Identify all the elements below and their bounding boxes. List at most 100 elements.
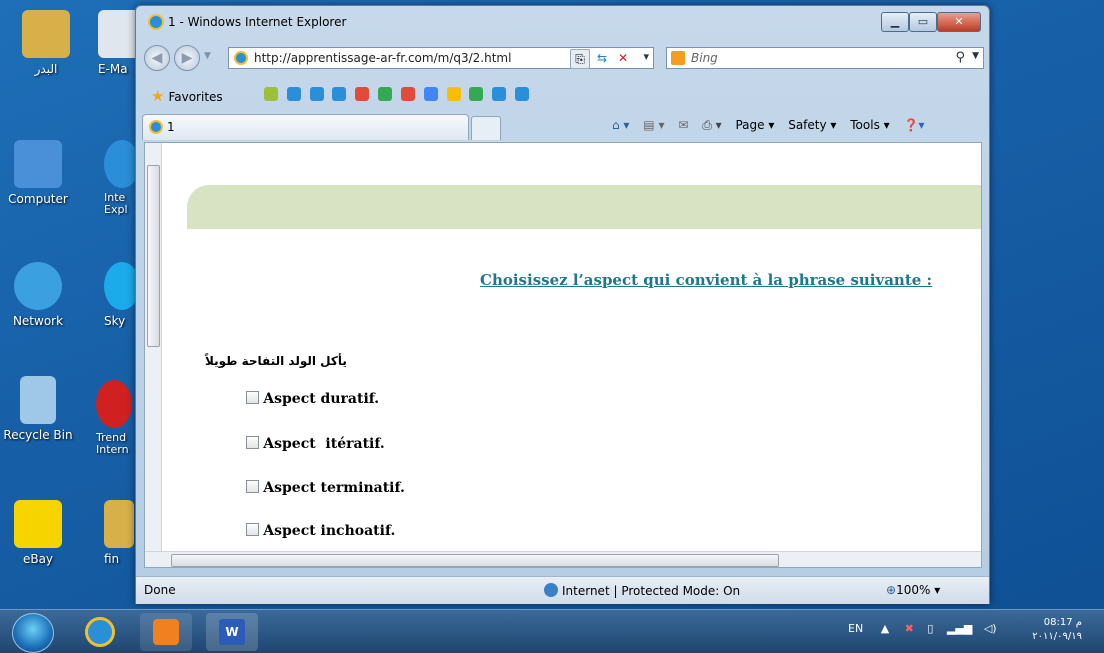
option-label: Aspect inchoatif. bbox=[263, 523, 396, 539]
desktop-icon-email[interactable]: E-Ma bbox=[98, 10, 138, 76]
tab-bar: 1 ⌂ ▾ ▤ ▾ ✉ ⎙ ▾ Page ▾ Safety ▾ Tools ▾ … bbox=[136, 112, 989, 140]
internet-globe-icon bbox=[544, 583, 558, 597]
vertical-scrollbar-thumb[interactable] bbox=[147, 165, 160, 347]
print-icon[interactable]: ⎙ ▾ bbox=[702, 114, 721, 136]
stop-icon[interactable]: ✕ bbox=[614, 49, 632, 67]
navigation-bar: ◀ ▶ ▼ http://apprentissage-ar-fr.com/m/q… bbox=[136, 44, 989, 72]
favorites-star-icon: ★ bbox=[151, 87, 165, 105]
horizontal-scrollbar[interactable] bbox=[145, 551, 981, 567]
network-warning-icon[interactable]: ✖ bbox=[905, 622, 914, 635]
ie-window: 1 - Windows Internet Explorer ▁ ▭ ✕ ◀ ▶ … bbox=[135, 5, 990, 604]
ie-icon bbox=[85, 617, 115, 647]
maximize-button[interactable]: ▭ bbox=[909, 12, 937, 32]
search-icon[interactable]: ⚲ bbox=[955, 50, 965, 65]
checkbox[interactable] bbox=[246, 391, 260, 404]
google-favorite-icon[interactable] bbox=[469, 87, 484, 101]
refresh-icon[interactable]: ⇆ bbox=[593, 49, 611, 67]
favorites-links bbox=[264, 87, 534, 101]
new-tab-button[interactable] bbox=[471, 116, 501, 140]
window-title: 1 - Windows Internet Explorer bbox=[168, 15, 347, 29]
desktop-icon-computer[interactable]: Computer bbox=[0, 140, 76, 206]
close-button[interactable]: ✕ bbox=[937, 12, 981, 32]
desktop-icon-ebay[interactable]: eBay bbox=[10, 500, 66, 566]
folder-icon bbox=[22, 10, 70, 58]
checkbox[interactable] bbox=[246, 480, 260, 493]
ie-favorite-icon[interactable] bbox=[515, 87, 530, 101]
page-menu[interactable]: Page ▾ bbox=[735, 114, 774, 136]
safety-menu[interactable]: Safety ▾ bbox=[788, 114, 836, 136]
trend-micro-icon bbox=[96, 380, 132, 428]
search-placeholder: Bing bbox=[691, 51, 718, 65]
tab-label: 1 bbox=[167, 120, 175, 134]
minimize-button[interactable]: ▁ bbox=[881, 12, 909, 32]
desktop-icon-trend-internet[interactable]: Trend Intern bbox=[96, 380, 136, 456]
battery-icon[interactable]: ▯ bbox=[927, 622, 933, 635]
desktop-icon-network[interactable]: Network bbox=[0, 262, 76, 328]
google-favorite-icon[interactable] bbox=[355, 87, 370, 101]
option-label: Aspect terminatif. bbox=[263, 480, 405, 496]
folder-icon bbox=[104, 500, 134, 548]
option-iteratif[interactable]: Aspect itératif. bbox=[217, 420, 385, 468]
horizontal-scrollbar-thumb[interactable] bbox=[171, 554, 779, 567]
clock[interactable]: 08:17 م ٢٠١١/٠٩/١٩ bbox=[1020, 616, 1082, 644]
ie-favorite-icon[interactable] bbox=[332, 87, 347, 101]
title-bar[interactable]: 1 - Windows Internet Explorer ▁ ▭ ✕ bbox=[136, 6, 989, 36]
ie-favorite-icon[interactable] bbox=[286, 87, 301, 101]
ie-logo-icon bbox=[148, 14, 164, 30]
vertical-scrollbar[interactable] bbox=[145, 143, 162, 551]
option-duratif[interactable]: Aspect duratif. bbox=[217, 375, 379, 423]
google-favorite-icon[interactable] bbox=[378, 87, 393, 101]
favorites-bar: ★ Favorites bbox=[136, 84, 989, 110]
taskbar: W EN ▲ ✖ ▯ ▂▄▆ ◁) 08:17 م ٢٠١١/٠٩/١٩ bbox=[0, 609, 1104, 653]
checkbox[interactable] bbox=[246, 436, 260, 449]
language-indicator[interactable]: EN bbox=[848, 622, 863, 635]
zoom-control[interactable]: ⊕100% ▾ bbox=[886, 583, 940, 597]
checkbox[interactable] bbox=[246, 523, 260, 536]
feeds-icon[interactable]: ▤ ▾ bbox=[643, 114, 664, 136]
desktop-icon-label: البدر bbox=[34, 62, 58, 76]
taskbar-word-button[interactable]: W bbox=[206, 613, 258, 651]
compatibility-view-icon[interactable]: ⎘ bbox=[570, 49, 590, 69]
zoom-icon: ⊕ bbox=[886, 583, 897, 597]
clock-time: 08:17 م bbox=[1043, 617, 1082, 628]
google-favorite-icon[interactable] bbox=[423, 87, 438, 101]
volume-icon[interactable]: ◁) bbox=[984, 622, 997, 635]
back-button[interactable]: ◀ bbox=[144, 45, 170, 71]
option-terminatif[interactable]: Aspect terminatif. bbox=[217, 464, 405, 512]
help-icon[interactable]: ❓▾ bbox=[904, 114, 925, 136]
taskbar-ie-button[interactable] bbox=[74, 613, 126, 651]
ie-favorite-icon[interactable] bbox=[309, 87, 324, 101]
favorites-label: Favorites bbox=[168, 90, 223, 104]
forward-button[interactable]: ▶ bbox=[174, 45, 200, 71]
taskbar-media-player-button[interactable] bbox=[140, 613, 192, 651]
home-icon[interactable]: ⌂ ▾ bbox=[612, 114, 629, 136]
desktop-icon-label: Network bbox=[12, 314, 64, 328]
desktop-icon-recycle-bin[interactable]: Recycle Bin bbox=[0, 376, 76, 442]
desktop-icon-user-folder[interactable]: البدر bbox=[8, 10, 84, 76]
security-zone[interactable]: Internet | Protected Mode: On bbox=[544, 583, 740, 598]
signal-icon[interactable]: ▂▄▆ bbox=[947, 622, 972, 635]
command-bar: ⌂ ▾ ▤ ▾ ✉ ⎙ ▾ Page ▾ Safety ▾ Tools ▾ ❓▾ bbox=[612, 114, 934, 136]
security-zone-label: Internet | Protected Mode: On bbox=[562, 584, 741, 598]
question-heading: Choisissez l’aspect qui convient à la ph… bbox=[480, 271, 933, 289]
ebay-icon bbox=[14, 500, 62, 548]
add-favorite-icon[interactable] bbox=[264, 87, 278, 101]
start-button[interactable] bbox=[12, 613, 54, 653]
history-dropdown-icon[interactable]: ▼ bbox=[204, 51, 211, 61]
option-label: Aspect duratif. bbox=[263, 391, 380, 407]
option-label: Aspect itératif. bbox=[263, 436, 385, 452]
google-favorite-icon[interactable] bbox=[446, 87, 461, 101]
favorites-button[interactable]: ★ Favorites bbox=[151, 86, 223, 106]
search-box[interactable]: Bing ⚲ ▼ bbox=[666, 47, 984, 69]
tab-active[interactable]: 1 bbox=[142, 114, 469, 140]
ie-favorite-icon[interactable] bbox=[492, 87, 507, 101]
show-hidden-icons[interactable]: ▲ bbox=[881, 622, 889, 635]
search-options-dropdown-icon[interactable]: ▼ bbox=[972, 51, 979, 61]
system-tray: EN ▲ ✖ ▯ ▂▄▆ ◁) bbox=[848, 622, 997, 635]
tab-favicon-icon bbox=[149, 120, 163, 134]
google-favorite-icon[interactable] bbox=[400, 87, 415, 101]
tools-menu[interactable]: Tools ▾ bbox=[850, 114, 889, 136]
desktop-icon-label: Trend Intern bbox=[96, 431, 129, 456]
desktop-icon-label: Computer bbox=[8, 192, 68, 206]
read-mail-icon[interactable]: ✉ bbox=[678, 114, 688, 136]
